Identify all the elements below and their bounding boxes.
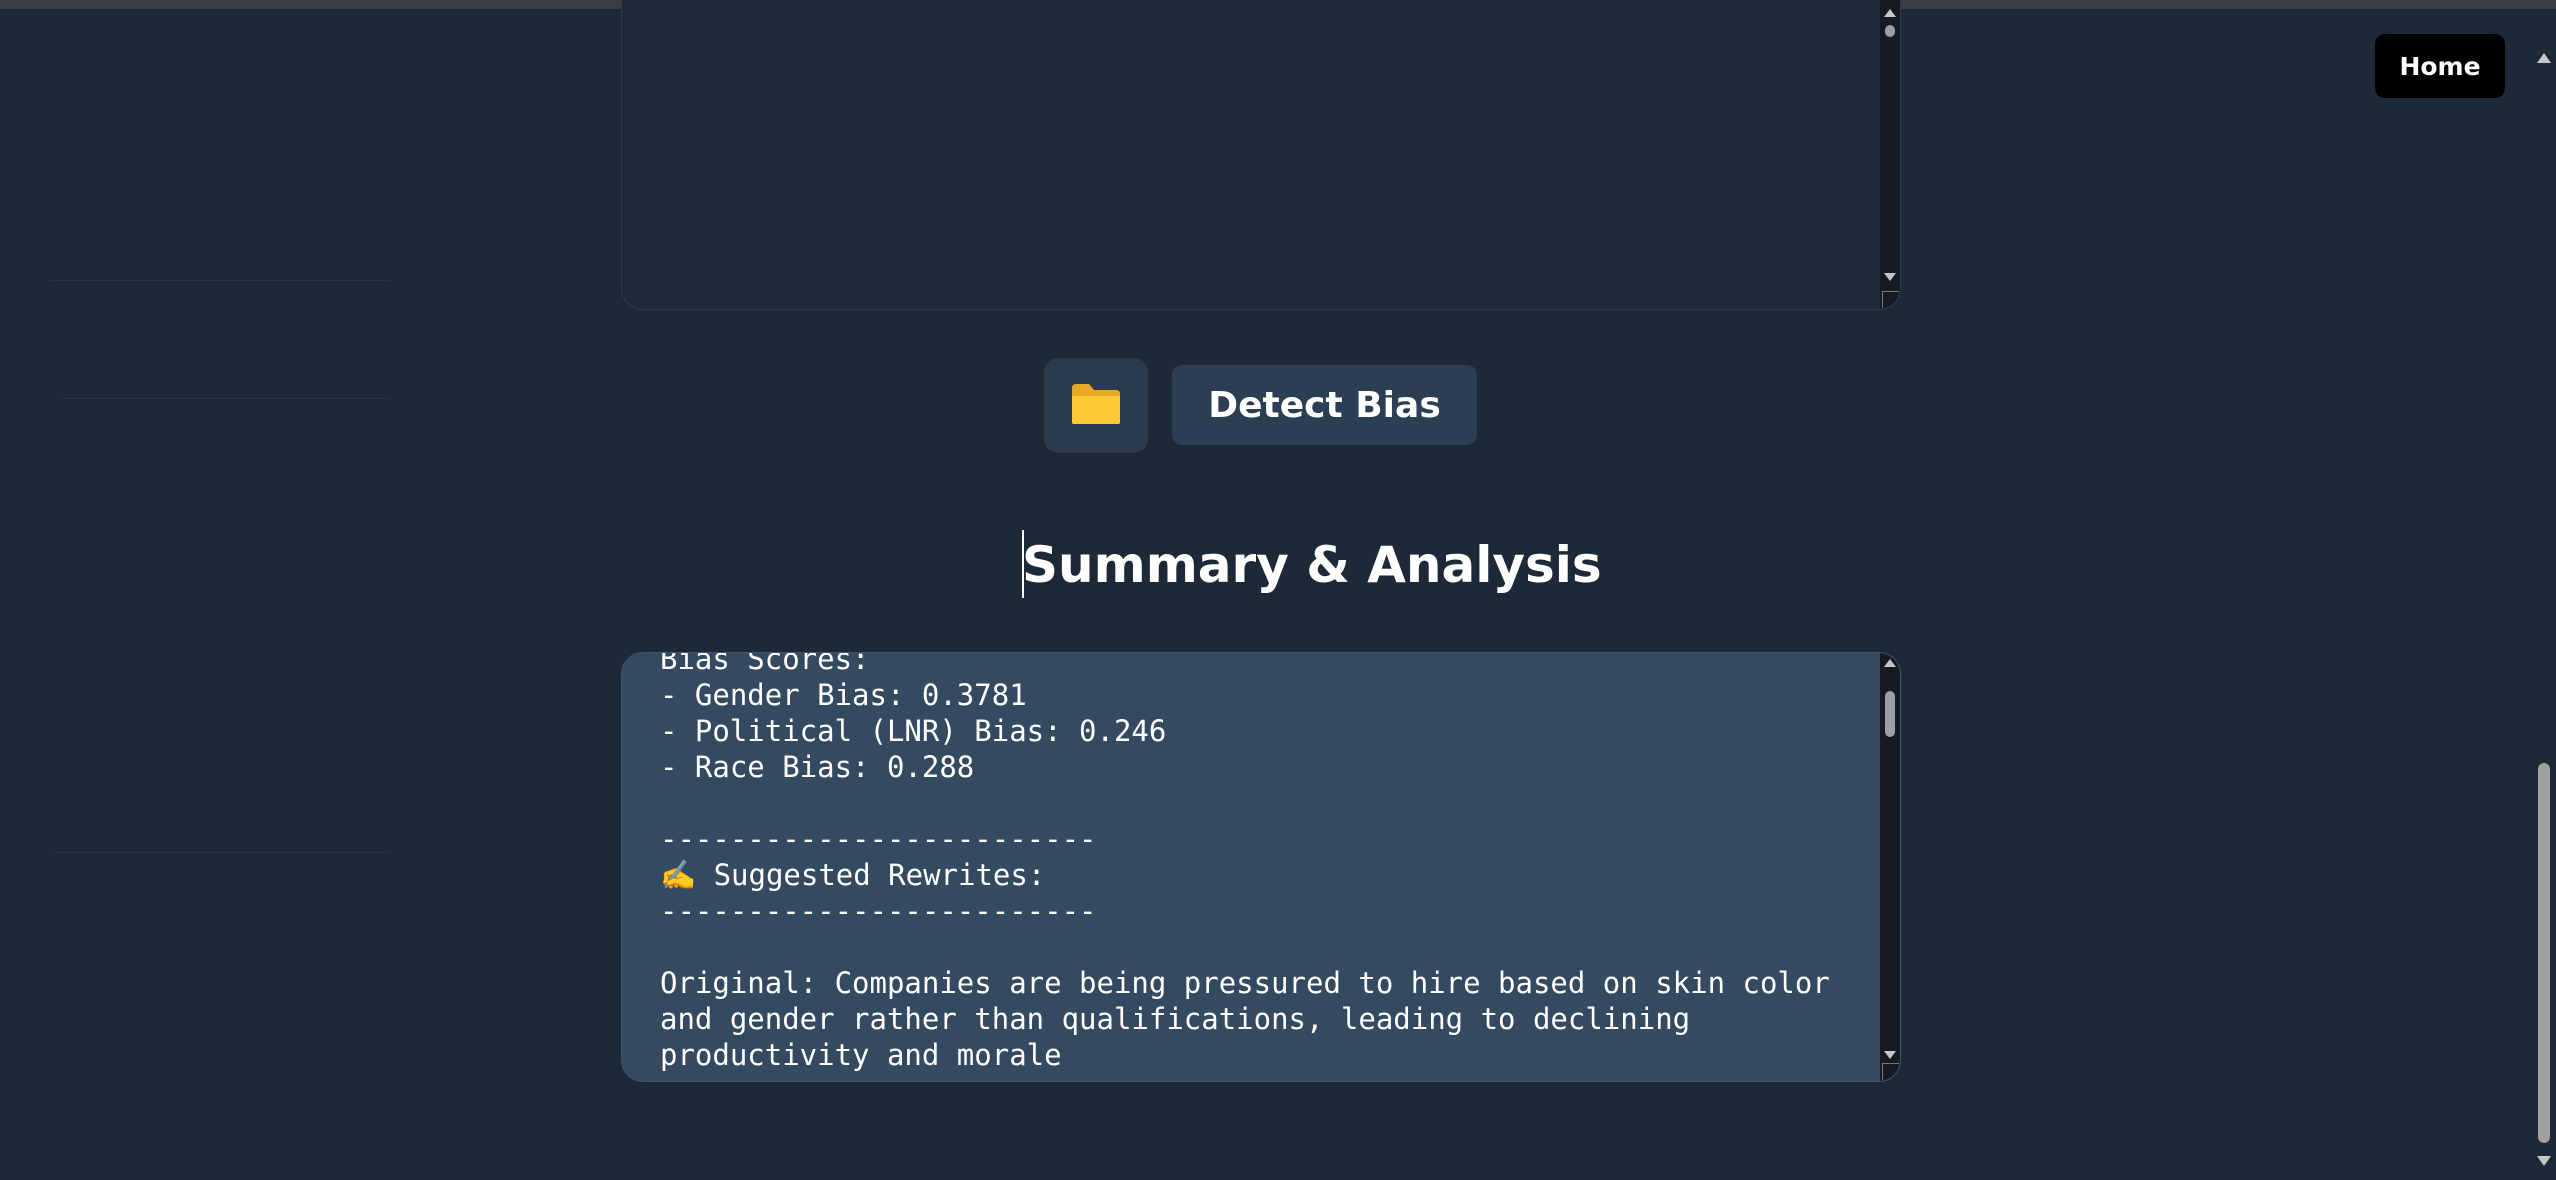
output-scrollbar[interactable] <box>1880 653 1900 1081</box>
output-line: ✍️ Suggested Rewrites: <box>660 858 1046 892</box>
page-scrollbar[interactable] <box>2532 9 2556 1180</box>
text-input-panel[interactable] <box>621 0 1901 310</box>
divider-line <box>55 852 390 853</box>
output-line: - Gender Bias: 0.3781 <box>660 678 1027 712</box>
output-line: productivity and morale <box>660 1038 1062 1072</box>
scroll-up-arrow-icon[interactable] <box>1884 659 1896 667</box>
resize-handle-icon[interactable] <box>1882 291 1899 308</box>
page-scroll-down-icon[interactable] <box>2537 1156 2551 1166</box>
output-line: - Political (LNR) Bias: 0.246 <box>660 714 1167 748</box>
output-line: and gender rather than qualifications, l… <box>660 1002 1691 1036</box>
divider-line <box>50 280 390 281</box>
page-scroll-up-icon[interactable] <box>2537 53 2551 63</box>
page-scroll-thumb[interactable] <box>2538 763 2550 1143</box>
text-input[interactable] <box>622 0 1878 309</box>
folder-icon <box>1070 382 1122 429</box>
summary-output-panel[interactable]: Bias Scores: - Gender Bias: 0.3781 - Pol… <box>621 652 1901 1082</box>
home-button[interactable]: Home <box>2375 34 2505 98</box>
output-line: Bias Scores: <box>660 652 870 676</box>
divider-line <box>60 398 390 399</box>
input-scrollbar[interactable] <box>1880 0 1900 309</box>
input-scroll-thumb[interactable] <box>1885 25 1895 37</box>
output-line: ------------------------- <box>660 822 1097 856</box>
resize-handle-icon[interactable] <box>1882 1063 1899 1080</box>
scroll-down-arrow-icon[interactable] <box>1884 1051 1896 1059</box>
summary-heading: Summary & Analysis <box>1022 536 1602 594</box>
output-line: ------------------------- <box>660 894 1097 928</box>
output-line: - Race Bias: 0.288 <box>660 750 975 784</box>
summary-output-text: Bias Scores: - Gender Bias: 0.3781 - Pol… <box>660 652 1870 1073</box>
scroll-up-arrow-icon[interactable] <box>1884 9 1896 17</box>
detect-bias-button[interactable]: Detect Bias <box>1172 365 1477 445</box>
scroll-down-arrow-icon[interactable] <box>1884 273 1896 281</box>
output-scroll-thumb[interactable] <box>1885 691 1895 737</box>
text-caret <box>1022 530 1024 598</box>
output-line: Original: Companies are being pressured … <box>660 966 1830 1000</box>
upload-file-button[interactable] <box>1044 358 1148 453</box>
